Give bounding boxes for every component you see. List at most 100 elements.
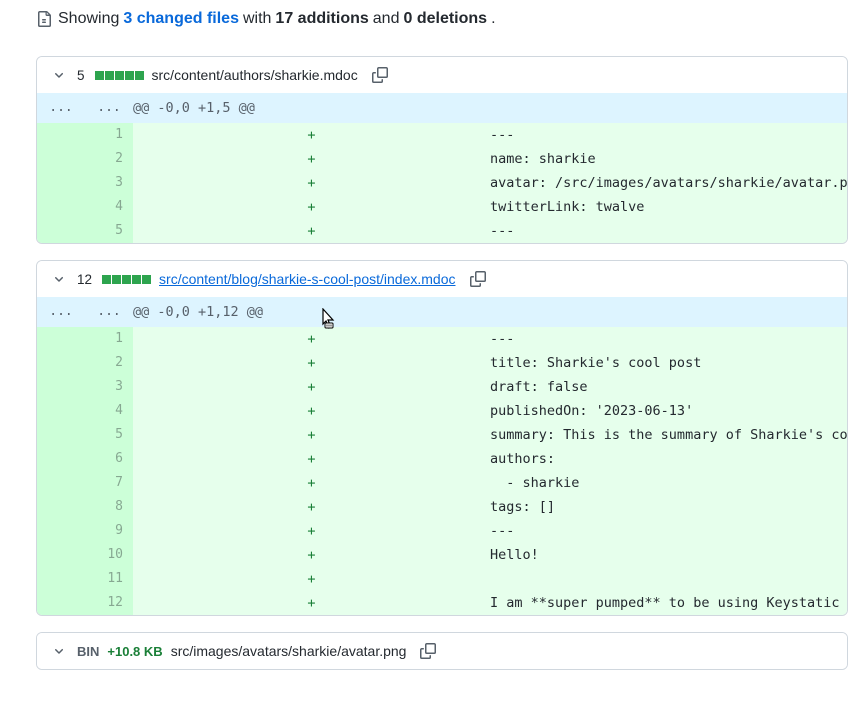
line-content: tags: [] <box>490 495 847 519</box>
diffstat-block <box>95 71 104 80</box>
old-line-number <box>37 423 85 447</box>
file-header: BIN +10.8 KB src/images/avatars/sharkie/… <box>37 633 847 669</box>
diffstat-block <box>142 275 151 284</box>
new-line-number: 8 <box>85 495 133 519</box>
diff-line: 1+--- <box>37 327 847 351</box>
file-path[interactable]: src/content/blog/sharkie-s-cool-post/ind… <box>159 271 455 287</box>
line-marker: + <box>133 171 490 195</box>
line-content <box>490 567 847 591</box>
line-content: Hello! <box>490 543 847 567</box>
diffstat-block <box>132 275 141 284</box>
diff-line: 5+summary: This is the summary of Sharki… <box>37 423 847 447</box>
diffstat <box>95 71 144 80</box>
diff-summary: Showing 3 changed files with 17 addition… <box>36 10 848 28</box>
diffstat-block <box>115 71 124 80</box>
old-line-number <box>37 327 85 351</box>
old-line-number <box>37 219 85 243</box>
line-marker: + <box>133 195 490 219</box>
expand-icon[interactable]: ... <box>85 297 133 327</box>
copy-icon[interactable] <box>372 67 388 83</box>
new-line-number: 7 <box>85 471 133 495</box>
line-content: --- <box>490 327 847 351</box>
diffstat-block <box>135 71 144 80</box>
chevron-down-icon[interactable] <box>49 269 69 289</box>
expand-icon[interactable]: ... <box>37 93 85 123</box>
line-content: twitterLink: twalve <box>490 195 847 219</box>
line-marker: + <box>133 519 490 543</box>
file-block: 12 src/content/blog/sharkie-s-cool-post/i… <box>36 260 848 616</box>
diffstat-block <box>122 275 131 284</box>
diff-line: 9+--- <box>37 519 847 543</box>
line-content: --- <box>490 219 847 243</box>
copy-icon[interactable] <box>420 643 436 659</box>
line-content: I am **super pumped** to be using Keysta… <box>490 591 847 615</box>
diff-line: 8+tags: [] <box>37 495 847 519</box>
expand-icon[interactable]: ... <box>37 297 85 327</box>
line-content: - sharkie <box>490 471 847 495</box>
line-count: 12 <box>77 272 92 287</box>
line-marker: + <box>133 543 490 567</box>
diffstat <box>102 275 151 284</box>
chevron-down-icon[interactable] <box>49 65 69 85</box>
line-content: publishedOn: '2023-06-13' <box>490 399 847 423</box>
binary-file-block: BIN +10.8 KB src/images/avatars/sharkie/… <box>36 632 848 670</box>
line-marker: + <box>133 123 490 147</box>
line-content: draft: false <box>490 375 847 399</box>
summary-middle: with <box>243 10 271 28</box>
new-line-number: 1 <box>85 123 133 147</box>
line-marker: + <box>133 375 490 399</box>
diffstat-block <box>102 275 111 284</box>
line-content: --- <box>490 123 847 147</box>
line-content: name: sharkie <box>490 147 847 171</box>
diff-line: 3+avatar: /src/images/avatars/sharkie/av… <box>37 171 847 195</box>
file-diff-icon <box>36 11 52 27</box>
file-path[interactable]: src/content/authors/sharkie.mdoc <box>152 67 358 83</box>
diff-table: ......@@ -0,0 +1,12 @@1+---2+title: Shar… <box>37 297 847 615</box>
expand-icon[interactable]: ... <box>85 93 133 123</box>
diff-table: ......@@ -0,0 +1,5 @@1+---2+name: sharki… <box>37 93 847 243</box>
old-line-number <box>37 543 85 567</box>
line-marker: + <box>133 327 490 351</box>
diff-line: 2+name: sharkie <box>37 147 847 171</box>
old-line-number <box>37 147 85 171</box>
line-marker: + <box>133 399 490 423</box>
deletions-count: 0 deletions <box>403 10 487 28</box>
changed-files-link[interactable]: 3 changed files <box>123 10 239 28</box>
diff-line: 2+title: Sharkie's cool post <box>37 351 847 375</box>
line-marker: + <box>133 351 490 375</box>
chevron-down-icon[interactable] <box>49 641 69 661</box>
diff-line: 11+ <box>37 567 847 591</box>
diff-line: 7+ - sharkie <box>37 471 847 495</box>
old-line-number <box>37 567 85 591</box>
old-line-number <box>37 471 85 495</box>
line-marker: + <box>133 423 490 447</box>
line-count: 5 <box>77 68 85 83</box>
hunk-header-row: ......@@ -0,0 +1,12 @@ <box>37 297 847 327</box>
new-line-number: 6 <box>85 447 133 471</box>
additions-count: 17 additions <box>275 10 368 28</box>
old-line-number <box>37 519 85 543</box>
new-line-number: 2 <box>85 147 133 171</box>
hunk-header: @@ -0,0 +1,12 @@ <box>133 297 847 327</box>
summary-and: and <box>373 10 400 28</box>
hunk-header-row: ......@@ -0,0 +1,5 @@ <box>37 93 847 123</box>
summary-prefix: Showing <box>58 10 119 28</box>
new-line-number: 12 <box>85 591 133 615</box>
new-line-number: 9 <box>85 519 133 543</box>
bin-label: BIN <box>77 644 99 659</box>
file-path[interactable]: src/images/avatars/sharkie/avatar.png <box>171 643 407 659</box>
diffstat-block <box>105 71 114 80</box>
copy-icon[interactable] <box>470 271 486 287</box>
old-line-number <box>37 399 85 423</box>
file-size: +10.8 KB <box>107 644 162 659</box>
line-content: authors: <box>490 447 847 471</box>
diff-line: 4+twitterLink: twalve <box>37 195 847 219</box>
new-line-number: 3 <box>85 375 133 399</box>
diffstat-block <box>112 275 121 284</box>
new-line-number: 11 <box>85 567 133 591</box>
new-line-number: 5 <box>85 219 133 243</box>
line-content: title: Sharkie's cool post <box>490 351 847 375</box>
diff-line: 12+I am **super pumped** to be using Key… <box>37 591 847 615</box>
old-line-number <box>37 447 85 471</box>
file-block: 5 src/content/authors/sharkie.mdoc ......@… <box>36 56 848 244</box>
